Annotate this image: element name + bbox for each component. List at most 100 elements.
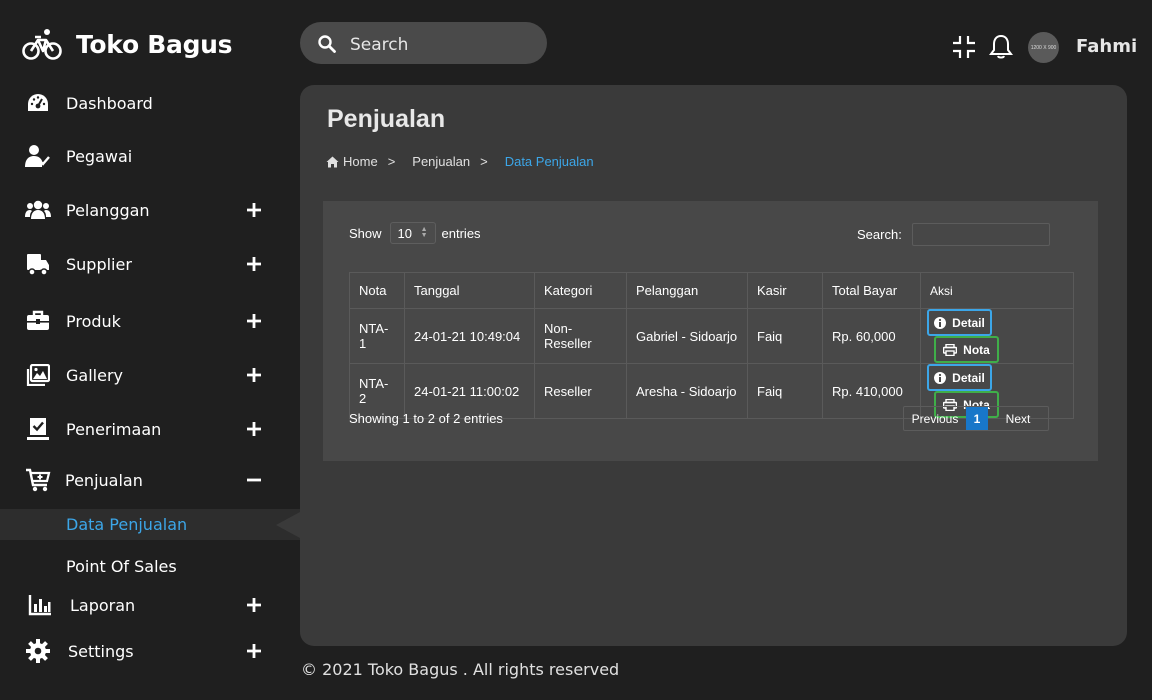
breadcrumb-home[interactable]: Home — [343, 154, 378, 169]
column-header[interactable]: Pelanggan — [626, 272, 748, 309]
expand-plus-icon[interactable] — [243, 364, 265, 386]
sidebar-item-supplier[interactable]: Supplier — [0, 247, 300, 281]
breadcrumb-current: Data Penjualan — [504, 154, 594, 169]
main-content: Penjualan Home > Penjualan > Data Penjua… — [300, 85, 1127, 646]
search-icon — [318, 35, 336, 58]
truck-icon — [25, 251, 51, 277]
username[interactable]: Fahmi — [1076, 36, 1137, 57]
detail-button[interactable]: Detail — [927, 309, 992, 336]
search-placeholder: Search — [350, 35, 409, 55]
expand-plus-icon[interactable] — [243, 199, 265, 221]
sidebar-item-label: Supplier — [66, 254, 132, 274]
entries-value: 10 — [397, 225, 412, 241]
show-label: Show — [349, 225, 382, 241]
pagination-page-current[interactable]: 1 — [966, 407, 988, 430]
expand-plus-icon[interactable] — [243, 640, 265, 662]
sidebar-item-pegawai[interactable]: Pegawai — [0, 139, 300, 173]
bar-chart-icon — [27, 592, 53, 618]
pagination-previous[interactable]: Previous — [904, 407, 966, 430]
breadcrumb-penjualan[interactable]: Penjualan — [412, 154, 470, 169]
length-control: Show 10 ▲ ▼ entries — [349, 222, 481, 244]
expand-plus-icon[interactable] — [243, 310, 265, 332]
detail-label: Detail — [952, 315, 985, 330]
sidebar-item-label: Pelanggan — [66, 200, 150, 220]
sidebar-subitem-data-penjualan[interactable]: Data Penjualan — [0, 509, 300, 540]
avatar[interactable]: 1200 X 900 — [1028, 32, 1059, 63]
sidebar-item-laporan[interactable]: Laporan — [0, 588, 300, 622]
column-header[interactable]: Tanggal — [404, 272, 535, 309]
sidebar-subitem-point-of-sales[interactable]: Point Of Sales — [0, 551, 300, 582]
table-search-input[interactable] — [911, 223, 1050, 246]
sales-table: Nota Tanggal Kategori Pelanggan Kasir To… — [349, 272, 1074, 419]
active-indicator — [276, 512, 300, 538]
brand-name: Toko Bagus — [76, 29, 233, 59]
sidebar-item-label: Produk — [66, 311, 121, 331]
compress-icon[interactable] — [951, 34, 977, 60]
sidebar-item-penjualan[interactable]: Penjualan — [0, 463, 300, 497]
sidebar-item-label: Penjualan — [65, 470, 143, 490]
sidebar-item-penerimaan[interactable]: Penerimaan — [0, 412, 300, 446]
cell-tanggal: 24-01-21 10:49:04 — [404, 308, 535, 364]
print-icon — [943, 343, 958, 356]
column-header[interactable]: Kategori — [534, 272, 627, 309]
detail-button[interactable]: Detail — [927, 364, 992, 391]
column-header[interactable]: Total Bayar — [822, 272, 921, 309]
data-table-panel: Show 10 ▲ ▼ entries Search: Nota Tanggal … — [323, 201, 1098, 461]
expand-plus-icon[interactable] — [243, 418, 265, 440]
column-header: Aksi — [920, 272, 1074, 309]
cell-pelanggan: Aresha - Sidoarjo — [626, 363, 748, 419]
table-info: Showing 1 to 2 of 2 entries — [349, 411, 503, 426]
breadcrumb-separator: > — [480, 154, 488, 169]
bicycle-icon — [22, 26, 62, 62]
detail-label: Detail — [952, 370, 985, 385]
column-header[interactable]: Nota — [349, 272, 405, 309]
table-search: Search: — [857, 223, 1050, 246]
briefcase-icon — [25, 308, 51, 334]
table-header-row: Nota Tanggal Kategori Pelanggan Kasir To… — [349, 272, 1074, 309]
sidebar: Toko Bagus Dashboard Pegawai Pelanggan S… — [0, 0, 300, 700]
sidebar-item-label: Settings — [68, 641, 134, 661]
sidebar-item-label: Pegawai — [66, 146, 133, 166]
expand-plus-icon[interactable] — [243, 594, 265, 616]
info-icon — [934, 316, 947, 329]
breadcrumb-separator: > — [387, 154, 396, 169]
employee-check-icon — [25, 143, 51, 169]
collapse-minus-icon[interactable] — [243, 469, 265, 491]
breadcrumb: Home > Penjualan > Data Penjualan — [326, 154, 594, 169]
footer: © 2021 Toko Bagus . All rights reserved — [301, 660, 620, 679]
home-icon[interactable] — [326, 156, 339, 168]
sidebar-item-label: Penerimaan — [66, 419, 162, 439]
sidebar-item-label: Laporan — [70, 595, 136, 615]
cart-plus-icon — [25, 467, 51, 493]
cell-pelanggan: Gabriel - Sidoarjo — [626, 308, 748, 364]
sidebar-item-dashboard[interactable]: Dashboard — [0, 86, 300, 120]
sidebar-item-pelanggan[interactable]: Pelanggan — [0, 193, 300, 227]
entries-label: entries — [441, 225, 481, 241]
sidebar-item-label: Gallery — [66, 365, 123, 385]
sidebar-item-produk[interactable]: Produk — [0, 304, 300, 338]
pagination-next[interactable]: Next — [988, 407, 1048, 430]
images-icon — [25, 362, 51, 388]
gear-icon — [25, 638, 51, 664]
global-search[interactable]: Search — [300, 22, 547, 64]
pagination: Previous 1 Next — [903, 406, 1049, 431]
sidebar-item-settings[interactable]: Settings — [0, 634, 300, 668]
sidebar-item-gallery[interactable]: Gallery — [0, 358, 300, 392]
nota-label: Nota — [963, 342, 990, 357]
info-icon — [934, 371, 947, 384]
checklist-icon — [25, 416, 51, 442]
entries-select[interactable]: 10 ▲ ▼ — [389, 222, 436, 244]
bell-icon[interactable] — [988, 34, 1014, 60]
brand[interactable]: Toko Bagus — [22, 24, 233, 64]
expand-plus-icon[interactable] — [243, 253, 265, 275]
table-search-label: Search: — [857, 227, 902, 242]
page-title: Penjualan — [327, 105, 446, 133]
sidebar-item-label: Dashboard — [66, 93, 153, 113]
column-header[interactable]: Kasir — [747, 272, 823, 309]
cell-aksi: Detail Nota — [920, 308, 1074, 364]
cell-kasir: Faiq — [747, 363, 823, 419]
avatar-placeholder-text: 1200 X 900 — [1030, 44, 1057, 51]
dashboard-icon — [25, 90, 51, 116]
select-arrows-icon: ▲ ▼ — [420, 226, 428, 239]
nota-button[interactable]: Nota — [934, 336, 999, 363]
